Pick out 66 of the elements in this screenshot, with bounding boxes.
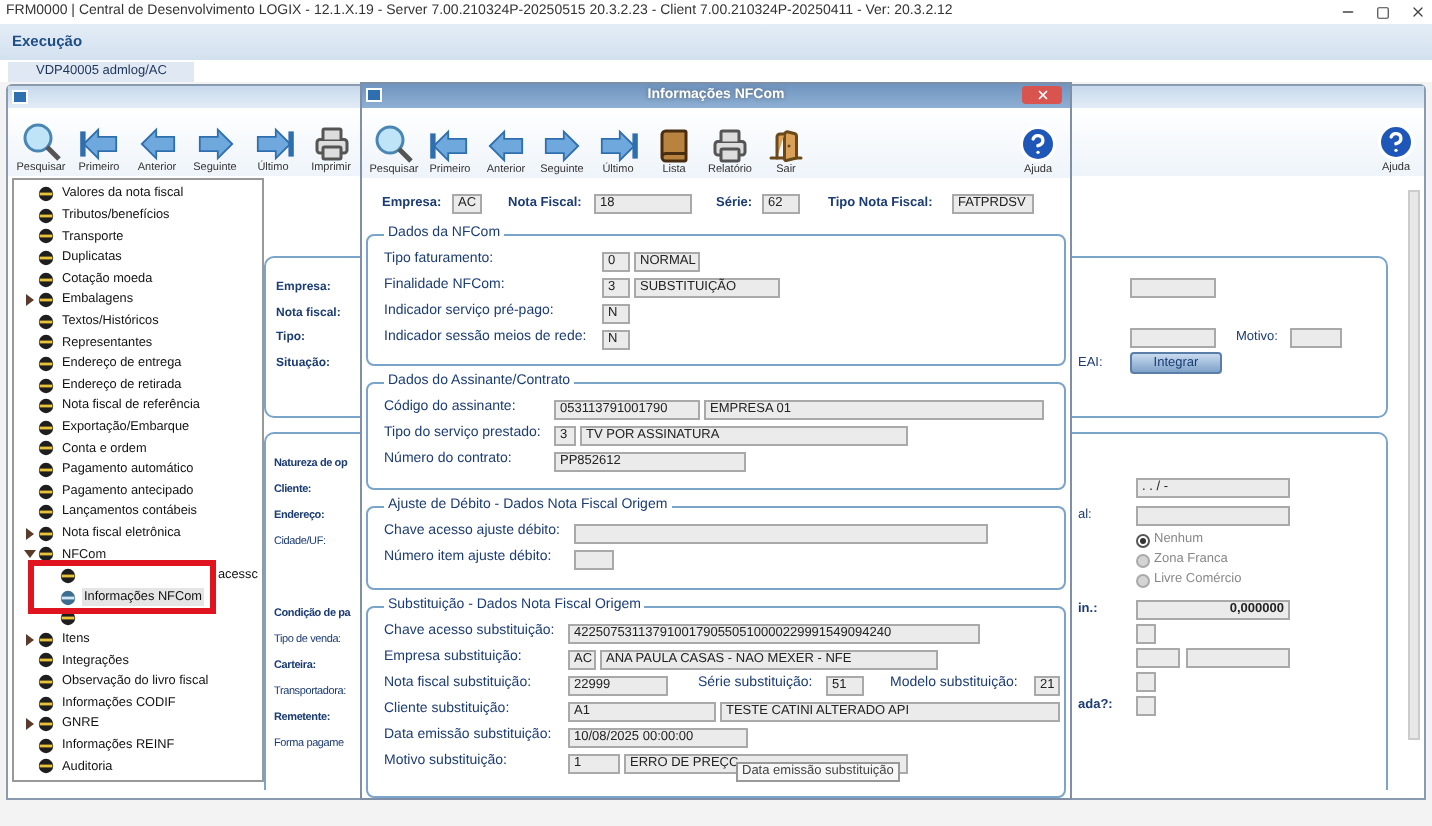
disk-icon [38,419,54,436]
close-icon [1035,88,1049,102]
arrow-left-icon [79,126,119,162]
close-button[interactable] [1022,86,1062,104]
search-icon [21,122,61,162]
disk-icon [38,504,54,521]
arrow-left-icon [137,126,177,162]
disk-icon [38,292,54,309]
disk-icon [38,695,54,712]
printer-icon [712,128,748,164]
disk-icon [60,567,76,584]
window-app-icon [12,90,28,104]
disk-icon [38,673,54,690]
disk-icon [38,737,54,754]
disk-icon [38,440,54,457]
text-field[interactable] [574,549,614,569]
disk-icon [60,589,76,606]
help-icon [1018,124,1058,164]
disk-icon [38,483,54,500]
text-field[interactable] [1136,648,1180,668]
disk-icon [38,377,54,394]
disk-icon [38,334,54,351]
radio-button[interactable] [1136,573,1150,587]
disk-icon [38,462,54,479]
expanded-caret-icon[interactable] [24,548,36,561]
disk-icon [38,631,54,648]
collapsed-caret-icon[interactable] [24,294,36,307]
radio-button[interactable] [1136,553,1150,567]
arrow-left-icon [430,128,470,164]
disk-icon [38,652,54,669]
disk-icon [38,758,54,775]
text-field[interactable] [1136,624,1156,644]
disk-icon [38,228,54,245]
window-app-icon [366,88,382,102]
radio-button[interactable] [1136,533,1150,547]
disk-icon [38,186,54,203]
collapsed-caret-icon[interactable] [24,633,36,646]
disk-icon [38,546,54,563]
text-field[interactable] [1130,328,1216,348]
text-field[interactable] [1130,278,1216,298]
text-field[interactable] [1136,506,1290,526]
arrow-left-icon [486,128,526,164]
disk-icon [38,356,54,373]
close-icon[interactable] [1410,4,1426,20]
door-icon [768,128,804,164]
disk-icon [38,250,54,267]
disk-icon [38,313,54,330]
book-icon [656,128,692,164]
arrow-right-icon [195,126,235,162]
disk-icon [38,207,54,224]
text-field[interactable] [574,523,988,543]
maximize-icon[interactable] [1376,5,1390,19]
printer-icon [313,126,349,162]
disk-icon [38,525,54,542]
search-icon [374,124,414,164]
arrow-right-icon [253,126,293,162]
text-field[interactable] [1290,328,1342,348]
disk-icon [38,271,54,288]
collapsed-caret-icon[interactable] [24,527,36,540]
arrow-right-icon [542,128,582,164]
disk-icon [38,398,54,415]
collapsed-caret-icon[interactable] [24,718,36,731]
disk-icon [38,716,54,733]
text-field[interactable] [1186,648,1290,668]
arrow-right-icon [598,128,638,164]
help-icon [1376,122,1416,162]
